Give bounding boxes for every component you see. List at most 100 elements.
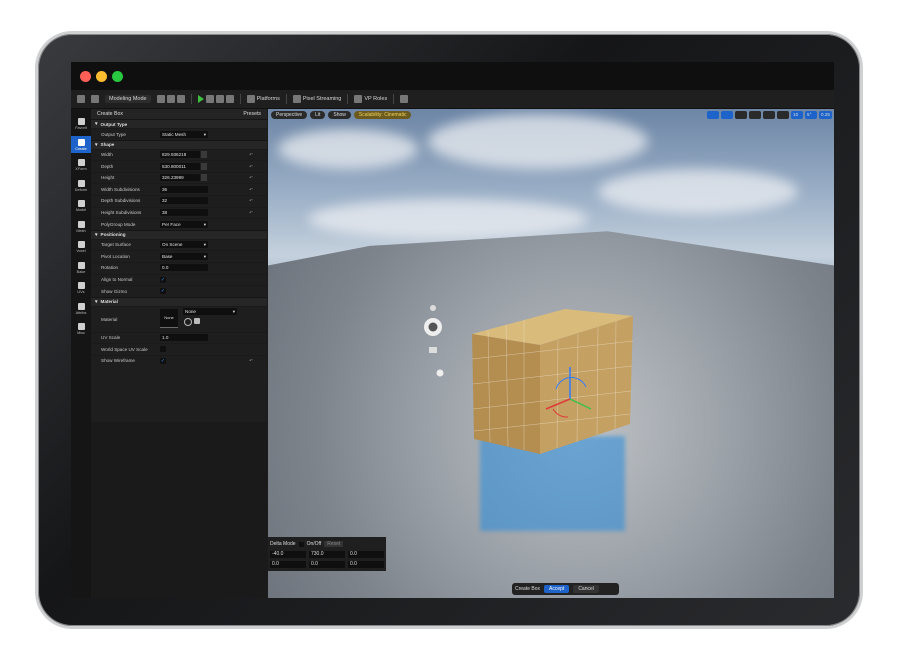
- shape-row-input[interactable]: 326.23999: [160, 174, 200, 182]
- rail-item-attribs[interactable]: Attribs: [71, 300, 91, 317]
- show-gizmo-row: Show Gizmo ✓: [91, 285, 267, 297]
- rail-item-mesh[interactable]: Mesh: [71, 218, 91, 235]
- cancel-button[interactable]: Cancel: [573, 585, 599, 593]
- slider-handle[interactable]: [201, 162, 207, 170]
- rail-item-misc[interactable]: Misc: [71, 320, 91, 337]
- rotate-tool-icon[interactable]: [735, 111, 748, 119]
- reset-arrow-icon[interactable]: ↶: [249, 358, 253, 364]
- grid-snap-value[interactable]: 10: [791, 111, 804, 119]
- settings-icon[interactable]: [400, 95, 409, 103]
- shape-row-input[interactable]: 32: [160, 197, 208, 205]
- shape-row-label: Width: [101, 152, 113, 158]
- scale-tool-icon[interactable]: [749, 111, 762, 119]
- shape-row-input[interactable]: 530.800011: [160, 162, 200, 170]
- section-shape[interactable]: Shape: [91, 139, 267, 149]
- delta-mode-checkbox[interactable]: [298, 541, 304, 547]
- title-bar: [71, 62, 834, 90]
- play-icon[interactable]: [197, 95, 204, 103]
- scene-overlay: [424, 305, 634, 454]
- minimize-window-button[interactable]: [96, 71, 107, 82]
- mode-category-rail: Favorit Create XForm Deform Model Mesh Voxel Ba…: [71, 109, 91, 598]
- uv-scale-label: UV Scale: [101, 335, 121, 341]
- slider-handle[interactable]: [201, 174, 207, 182]
- wireframe-checkbox[interactable]: ✓: [160, 357, 166, 364]
- light-actor-icon[interactable]: [424, 305, 444, 377]
- pivot-location-dropdown[interactable]: Base: [160, 252, 208, 260]
- rail-item-xform[interactable]: XForm: [71, 156, 91, 173]
- shape-row-input[interactable]: 36: [160, 185, 208, 193]
- perspective-button[interactable]: Perspective: [271, 111, 308, 119]
- polygroup-mode-dropdown[interactable]: Per Face: [160, 220, 208, 228]
- content-browser-icon[interactable]: [91, 95, 99, 103]
- reset-arrow-icon[interactable]: ↶: [249, 187, 253, 193]
- delta-x-input[interactable]: -40.0: [270, 550, 306, 558]
- world-uv-checkbox[interactable]: [160, 346, 166, 353]
- delta-reset-button[interactable]: Reset: [324, 541, 344, 547]
- rail-item-label: Favorit: [75, 126, 87, 130]
- rotation-snap-value[interactable]: 5°: [805, 111, 818, 119]
- platforms-menu[interactable]: Platforms: [257, 96, 280, 102]
- rotation-input[interactable]: 0.0: [160, 264, 208, 272]
- vp-roles-menu[interactable]: VP Roles: [364, 96, 387, 102]
- rail-item-create[interactable]: Create: [71, 135, 91, 153]
- show-button[interactable]: Show: [328, 111, 351, 119]
- add-actor-icon[interactable]: [156, 95, 165, 103]
- rail-item-uvs[interactable]: UVs: [71, 279, 91, 296]
- blueprint-icon[interactable]: [166, 95, 175, 103]
- rail-item-model[interactable]: Model: [71, 197, 91, 214]
- show-gizmo-checkbox[interactable]: ✓: [160, 288, 166, 295]
- shape-row-label: Width Subdivisions: [101, 186, 140, 192]
- cinematics-icon[interactable]: [176, 95, 185, 103]
- shape-row-input[interactable]: 829.936218: [160, 151, 200, 159]
- skip-icon[interactable]: [205, 95, 214, 103]
- folder-icon[interactable]: [194, 317, 200, 324]
- mode-dropdown[interactable]: Modeling Mode: [105, 95, 151, 103]
- eject-icon[interactable]: [225, 95, 234, 103]
- zoom-window-button[interactable]: [112, 71, 123, 82]
- reset-arrow-icon[interactable]: ↶: [249, 210, 253, 216]
- scale-snap-value[interactable]: 0.25: [819, 111, 832, 119]
- reset-arrow-icon[interactable]: ↶: [249, 152, 253, 158]
- output-type-row: Output Type Static Mesh: [91, 128, 267, 140]
- uv-scale-input[interactable]: 1.0: [160, 334, 208, 342]
- reset-arrow-icon[interactable]: ↶: [249, 198, 253, 204]
- section-positioning[interactable]: Positioning: [91, 229, 267, 239]
- shape-row-input[interactable]: 38: [160, 209, 208, 217]
- accept-button[interactable]: Accept: [544, 585, 570, 593]
- close-window-button[interactable]: [80, 71, 91, 82]
- delta-ry-input[interactable]: 0.0: [309, 560, 345, 568]
- world-local-icon[interactable]: [763, 111, 776, 119]
- align-normal-checkbox[interactable]: ✓: [160, 276, 166, 283]
- material-dropdown[interactable]: None: [183, 308, 237, 316]
- slider-handle[interactable]: [201, 151, 207, 159]
- select-tool-icon[interactable]: [707, 111, 720, 119]
- box-front-face[interactable]: [472, 334, 540, 454]
- surface-snap-icon[interactable]: [777, 111, 790, 119]
- target-surface-dropdown[interactable]: On Scene: [160, 241, 208, 249]
- delta-rx-input[interactable]: 0.0: [270, 560, 306, 568]
- presets-button[interactable]: Presets: [243, 111, 261, 117]
- rail-item-voxel[interactable]: Voxel: [71, 238, 91, 255]
- rail-item-deform[interactable]: Deform: [71, 177, 91, 194]
- pixel-streaming-menu[interactable]: Pixel Streaming: [303, 96, 342, 102]
- section-material[interactable]: Material: [91, 296, 267, 306]
- stop-icon[interactable]: [215, 95, 224, 103]
- output-type-dropdown[interactable]: Static Mesh: [160, 130, 208, 138]
- save-icon[interactable]: [77, 95, 85, 103]
- reset-arrow-icon[interactable]: ↶: [249, 175, 253, 181]
- delta-z-input[interactable]: 0.0: [348, 550, 384, 558]
- section-output-type[interactable]: Output Type: [91, 119, 267, 128]
- delta-rz-input[interactable]: 0.0: [348, 560, 384, 568]
- align-normal-row: Align to Normal ✓: [91, 273, 267, 286]
- reset-arrow-icon[interactable]: ↶: [249, 164, 253, 170]
- rail-item-favorit[interactable]: Favorit: [71, 115, 91, 132]
- level-viewport[interactable]: Perspective Lit Show Scalability: Cinema…: [268, 109, 834, 598]
- move-tool-icon[interactable]: [721, 111, 734, 119]
- lit-button[interactable]: Lit: [310, 111, 326, 119]
- panel-header: Create Box Presets: [91, 109, 267, 119]
- material-thumbnail[interactable]: None: [160, 308, 178, 328]
- browse-icon[interactable]: [184, 317, 192, 326]
- delta-y-input[interactable]: 730.0: [309, 550, 345, 558]
- rail-item-bake[interactable]: Bake: [71, 259, 91, 276]
- scalability-badge[interactable]: Scalability: Cinematic: [353, 111, 412, 119]
